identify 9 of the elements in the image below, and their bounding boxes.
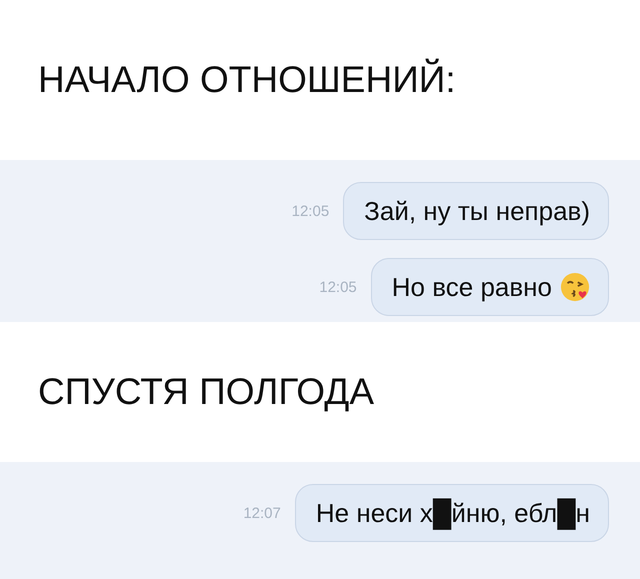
kiss-face-icon [560, 272, 590, 302]
message-time: 12:05 [292, 202, 330, 220]
caption: НАЧАЛО ОТНОШЕНИЙ: [38, 59, 456, 101]
caption: СПУСТЯ ПОЛГОДА [38, 371, 374, 413]
message-time: 12:07 [243, 504, 281, 522]
message-text: Но все равно [392, 272, 552, 302]
message-time: 12:05 [319, 278, 357, 296]
message-text: Не неси х█йню, ебл█н [316, 498, 590, 528]
message-text: Зай, ну ты неправ) [364, 196, 590, 226]
